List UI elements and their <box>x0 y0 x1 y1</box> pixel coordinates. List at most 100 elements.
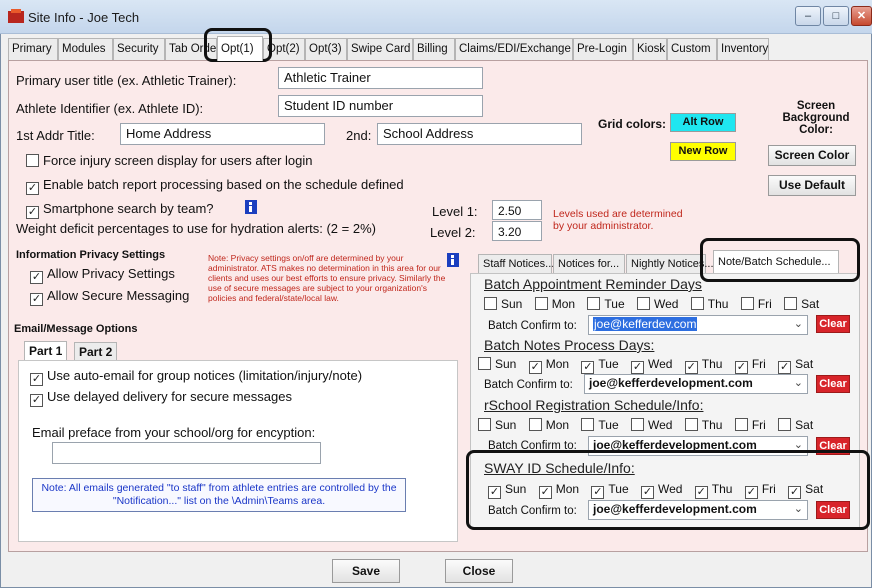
tab-custom[interactable]: Custom <box>667 38 717 60</box>
main-tabstrip: Primary Modules Security Tab Order Opt(1… <box>8 36 769 61</box>
allow-secure-checkbox[interactable]: ✓ <box>30 293 43 306</box>
force-injury-checkbox[interactable] <box>26 154 39 167</box>
notes-thu-checkbox[interactable]: ✓ <box>684 361 698 374</box>
notes-mon-checkbox[interactable]: ✓ <box>528 361 542 374</box>
rschool-sat-checkbox[interactable] <box>778 418 792 431</box>
notes-wed-checkbox[interactable]: ✓ <box>630 361 644 374</box>
grid-colors-label: Grid colors: <box>598 117 667 131</box>
tab-notices-for[interactable]: Notices for... <box>553 254 625 274</box>
notes-days-row: Sun ✓ Mon ✓ Tue ✓ Wed ✓ Thu ✓ Fri ✓ Sat <box>478 357 822 374</box>
delayed-delivery-checkbox[interactable]: ✓ <box>30 394 43 407</box>
privacy-info-book-icon[interactable] <box>446 252 460 268</box>
allow-secure-label: Allow Secure Messaging <box>47 288 190 303</box>
screen-color-button[interactable]: Screen Color <box>768 145 856 166</box>
tab-staff-notices[interactable]: Staff Notices... <box>478 254 554 274</box>
addr1-label: 1st Addr Title: <box>16 128 95 143</box>
addr1-input[interactable]: Home Address <box>120 123 325 145</box>
notes-confirm-email-select[interactable]: joe@kefferdevelopment.com ⌄ <box>584 374 808 394</box>
rschool-thu-checkbox[interactable] <box>684 418 698 431</box>
close-window-button[interactable]: ✕ <box>851 6 872 26</box>
tab-claims[interactable]: Claims/EDI/Exchange <box>455 38 573 60</box>
appt-clear-button[interactable]: Clear <box>816 315 850 333</box>
notes-fri-checkbox[interactable]: ✓ <box>734 361 748 374</box>
notes-sun-checkbox[interactable] <box>478 357 491 370</box>
notes-tue-checkbox[interactable]: ✓ <box>581 361 595 374</box>
addr2-label: 2nd: <box>346 128 372 143</box>
email-preface-input[interactable] <box>52 442 321 464</box>
batch-appointment-title: Batch Appointment Reminder Days <box>484 276 702 292</box>
maximize-button[interactable]: □ <box>823 6 849 26</box>
appt-confirm-email-value: joe@kefferdev.com <box>593 317 698 331</box>
delayed-delivery-row[interactable]: ✓ Use delayed delivery for secure message… <box>30 389 292 407</box>
tab-kiosk[interactable]: Kiosk <box>633 38 667 60</box>
appt-fri-checkbox[interactable] <box>740 297 754 310</box>
close-button[interactable]: Close <box>445 559 513 583</box>
tab-swipe-card[interactable]: Swipe Card <box>347 38 413 60</box>
primary-title-label: Primary user title (ex. Athletic Trainer… <box>16 73 237 88</box>
privacy-note: Note: Privacy settings on/off are determ… <box>208 253 446 303</box>
highlight-note-batch-tab <box>700 238 860 282</box>
smartphone-label: Smartphone search by team? <box>43 201 214 216</box>
batch-report-row[interactable]: ✓ Enable batch report processing based on… <box>26 177 404 195</box>
levels-note: Levels used are determined by your admin… <box>553 208 683 232</box>
rschool-mon-checkbox[interactable] <box>528 418 542 431</box>
rschool-wed-checkbox[interactable] <box>630 418 644 431</box>
smartphone-checkbox[interactable]: ✓ <box>26 206 39 219</box>
appt-sun-checkbox[interactable] <box>484 297 497 310</box>
rschool-days-row: Sun Mon Tue Wed Thu Fri Sat <box>478 418 822 432</box>
tab-nightly-notices[interactable]: Nightly Notices... <box>626 254 714 274</box>
level1-input[interactable]: 2.50 <box>492 200 542 220</box>
appt-confirm-email-select[interactable]: joe@kefferdev.com ⌄ <box>588 315 808 335</box>
auto-email-label: Use auto-email for group notices (limita… <box>47 368 363 383</box>
day-label: Tue <box>598 418 619 432</box>
day-label: Sun <box>501 297 523 311</box>
rschool-sun-checkbox[interactable] <box>478 418 491 431</box>
force-injury-label: Force injury screen display for users af… <box>43 153 313 168</box>
appt-wed-checkbox[interactable] <box>636 297 650 310</box>
allow-privacy-row[interactable]: ✓ Allow Privacy Settings <box>30 266 175 284</box>
day-label: Thu <box>707 297 729 311</box>
auto-email-checkbox[interactable]: ✓ <box>30 373 43 386</box>
allow-secure-row[interactable]: ✓ Allow Secure Messaging <box>30 288 189 306</box>
allow-privacy-checkbox[interactable]: ✓ <box>30 271 43 284</box>
tab-billing[interactable]: Billing <box>413 38 455 60</box>
tab-inventory[interactable]: Inventory <box>717 38 769 60</box>
addr2-input[interactable]: School Address <box>377 123 582 145</box>
rschool-fri-checkbox[interactable] <box>734 418 748 431</box>
athlete-id-input[interactable]: Student ID number <box>278 95 483 117</box>
batch-report-checkbox[interactable]: ✓ <box>26 182 39 195</box>
force-injury-row[interactable]: Force injury screen display for users af… <box>26 153 313 168</box>
info-book-icon[interactable] <box>244 199 258 215</box>
appt-sat-checkbox[interactable] <box>784 297 798 310</box>
tab-opt3[interactable]: Opt(3) <box>305 38 347 60</box>
appt-thu-checkbox[interactable] <box>690 297 704 310</box>
tab-email-part2[interactable]: Part 2 <box>74 342 118 362</box>
tab-opt1[interactable]: Opt(1) <box>217 36 263 61</box>
smartphone-row[interactable]: ✓ Smartphone search by team? <box>26 201 214 219</box>
notes-clear-button[interactable]: Clear <box>816 375 850 393</box>
tab-pre-login[interactable]: Pre-Login <box>573 38 633 60</box>
appt-tue-checkbox[interactable] <box>587 297 601 310</box>
day-label: Mon <box>551 297 576 311</box>
level2-input[interactable]: 3.20 <box>492 221 542 241</box>
auto-email-row[interactable]: ✓ Use auto-email for group notices (limit… <box>30 368 362 386</box>
appt-mon-checkbox[interactable] <box>534 297 548 310</box>
tab-primary[interactable]: Primary <box>8 38 58 60</box>
rschool-tue-checkbox[interactable] <box>581 418 595 431</box>
day-label: Mon <box>545 357 570 371</box>
new-row-color-button[interactable]: New Row <box>670 142 736 161</box>
tab-email-part1[interactable]: Part 1 <box>24 341 68 361</box>
tab-security[interactable]: Security <box>113 38 165 60</box>
notes-sat-checkbox[interactable]: ✓ <box>778 361 792 374</box>
save-button[interactable]: Save <box>332 559 400 583</box>
appointment-days-row: Sun Mon Tue Wed Thu Fri Sat <box>484 297 828 311</box>
primary-title-input[interactable]: Athletic Trainer <box>278 67 483 89</box>
day-label: Sat <box>795 357 814 371</box>
alt-row-color-button[interactable]: Alt Row <box>670 113 736 132</box>
use-default-button[interactable]: Use Default <box>768 175 856 196</box>
day-label: Sat <box>801 297 820 311</box>
minimize-button[interactable]: – <box>795 6 821 26</box>
day-label: Tue <box>604 297 625 311</box>
tab-modules[interactable]: Modules <box>58 38 113 60</box>
level2-label: Level 2: <box>430 225 476 240</box>
